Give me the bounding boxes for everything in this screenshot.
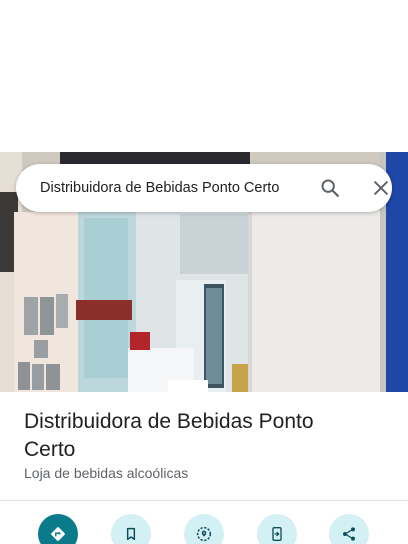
directions-button[interactable]: [38, 514, 78, 544]
directions-icon: [51, 527, 65, 541]
map-area-blank: [0, 0, 408, 152]
search-icon[interactable]: [316, 174, 344, 202]
send-to-phone-button[interactable]: [257, 514, 297, 544]
share-icon: [343, 527, 355, 541]
nearby-button[interactable]: [184, 514, 224, 544]
nearby-icon: [196, 526, 212, 542]
place-info-panel: Distribuidora de Bebidas Ponto Certo Loj…: [0, 392, 408, 502]
search-bar[interactable]: Distribuidora de Bebidas Ponto Certo: [16, 164, 392, 212]
action-buttons-row: [0, 514, 408, 544]
share-button[interactable]: [329, 514, 369, 544]
bookmark-icon: [126, 527, 136, 541]
search-input[interactable]: Distribuidora de Bebidas Ponto Certo: [40, 164, 292, 212]
place-title: Distribuidora de Bebidas Ponto Certo: [24, 410, 314, 461]
send-to-phone-icon: [272, 527, 282, 541]
divider: [0, 500, 408, 501]
close-icon[interactable]: [367, 174, 395, 202]
place-category: Loja de bebidas alcoólicas: [24, 465, 189, 481]
save-button[interactable]: [111, 514, 151, 544]
